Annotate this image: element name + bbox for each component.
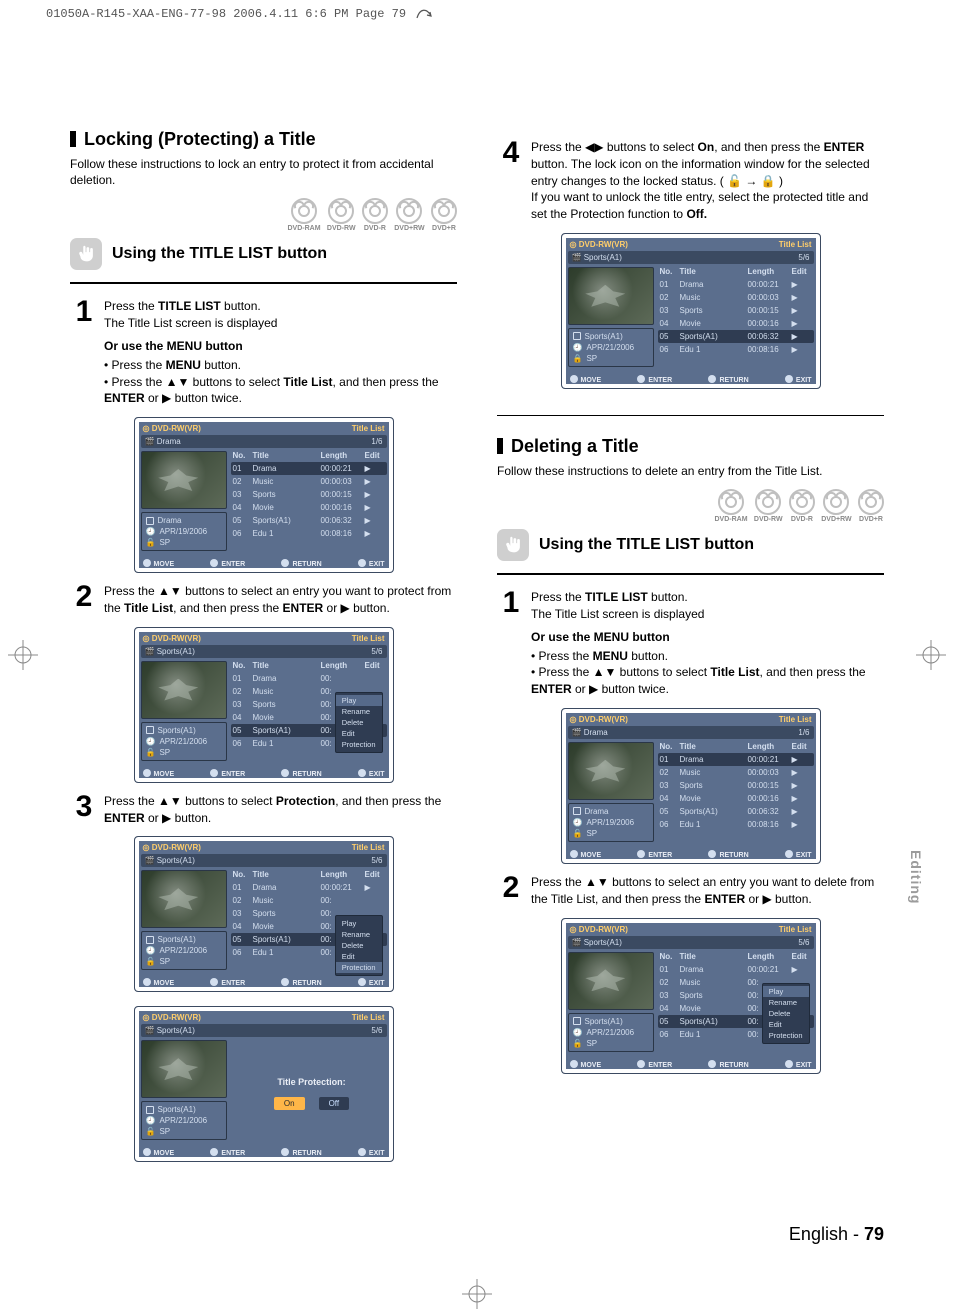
del-step-2: 2 Press the ▲▼ buttons to select an entr… [497,874,884,908]
osd-titlelist-sports-play: DVD-RW(VR)Title List 🎬 Sports(A1)5/6 Spo… [134,627,394,783]
page-fold-icon [415,6,433,20]
hand-press-icon [70,238,102,270]
context-menu: Play Rename Delete Edit Protection [762,983,810,1044]
osd-titlelist-drama: DVD-RW(VR)Title List 🎬 Drama1/6 Drama 🕘A… [134,417,394,573]
hand-press-icon [497,529,529,561]
osd-titlelist-drama-del: DVD-RW(VR)Title List 🎬 Drama1/6 Drama 🕘A… [561,708,821,864]
protection-on: On [274,1097,305,1110]
step-1: 1 Press the TITLE LIST button. The Title… [70,298,457,407]
step-2: 2 Press the ▲▼ buttons to select an entr… [70,583,457,617]
using-title-list: Using the TITLE LIST button [112,245,327,263]
left-column: Locking (Protecting) a Title Follow thes… [70,129,457,1162]
section-title-locking: Locking (Protecting) a Title [70,129,457,150]
context-menu: Play Rename Delete Edit Protection [335,915,383,976]
section-desc-locking: Follow these instructions to lock an ent… [70,156,457,188]
divider [497,415,884,416]
page-number: English - 79 [789,1224,884,1245]
thumbnail [141,451,227,509]
section-title-deleting: Deleting a Title [497,436,884,457]
divider [497,573,884,575]
print-header: 01050A-R145-XAA-ENG-77-98 2006.4.11 6:6 … [0,0,954,21]
chapter-tab: Editing [908,850,924,904]
protection-off: Off [319,1097,350,1110]
context-menu: Play Rename Delete Edit Protection [335,692,383,753]
section-desc-deleting: Follow these instructions to delete an e… [497,463,884,479]
disc-compat-row: DVD-RAM DVD-RW DVD-R DVD+RW DVD+R [497,489,884,523]
divider [70,282,457,284]
step-number: 1 [70,298,98,407]
osd-titlelist-locked: DVD-RW(VR)Title List 🎬 Sports(A1)5/6 Spo… [561,233,821,389]
osd-titlelist-sports-protection: DVD-RW(VR)Title List 🎬 Sports(A1)5/6 Spo… [134,836,394,992]
step-4: 4 Press the ◀▶ buttons to select On, and… [497,139,884,223]
using-title-list: Using the TITLE LIST button [539,536,754,554]
step-3: 3 Press the ▲▼ buttons to select Protect… [70,793,457,827]
del-step-1: 1 Press the TITLE LIST button. The Title… [497,589,884,698]
right-column: 4 Press the ◀▶ buttons to select On, and… [497,129,884,1162]
osd-titlelist-sports-del: DVD-RW(VR)Title List 🎬 Sports(A1)5/6 Spo… [561,918,821,1074]
meta-box: Drama 🕘APR/19/2006 🔓SP [141,512,227,551]
osd-title-protection: DVD-RW(VR)Title List 🎬 Sports(A1)5/6 Spo… [134,1006,394,1162]
disc-compat-row: DVD-RAM DVD-RW DVD-R DVD+RW DVD+R [70,198,457,232]
